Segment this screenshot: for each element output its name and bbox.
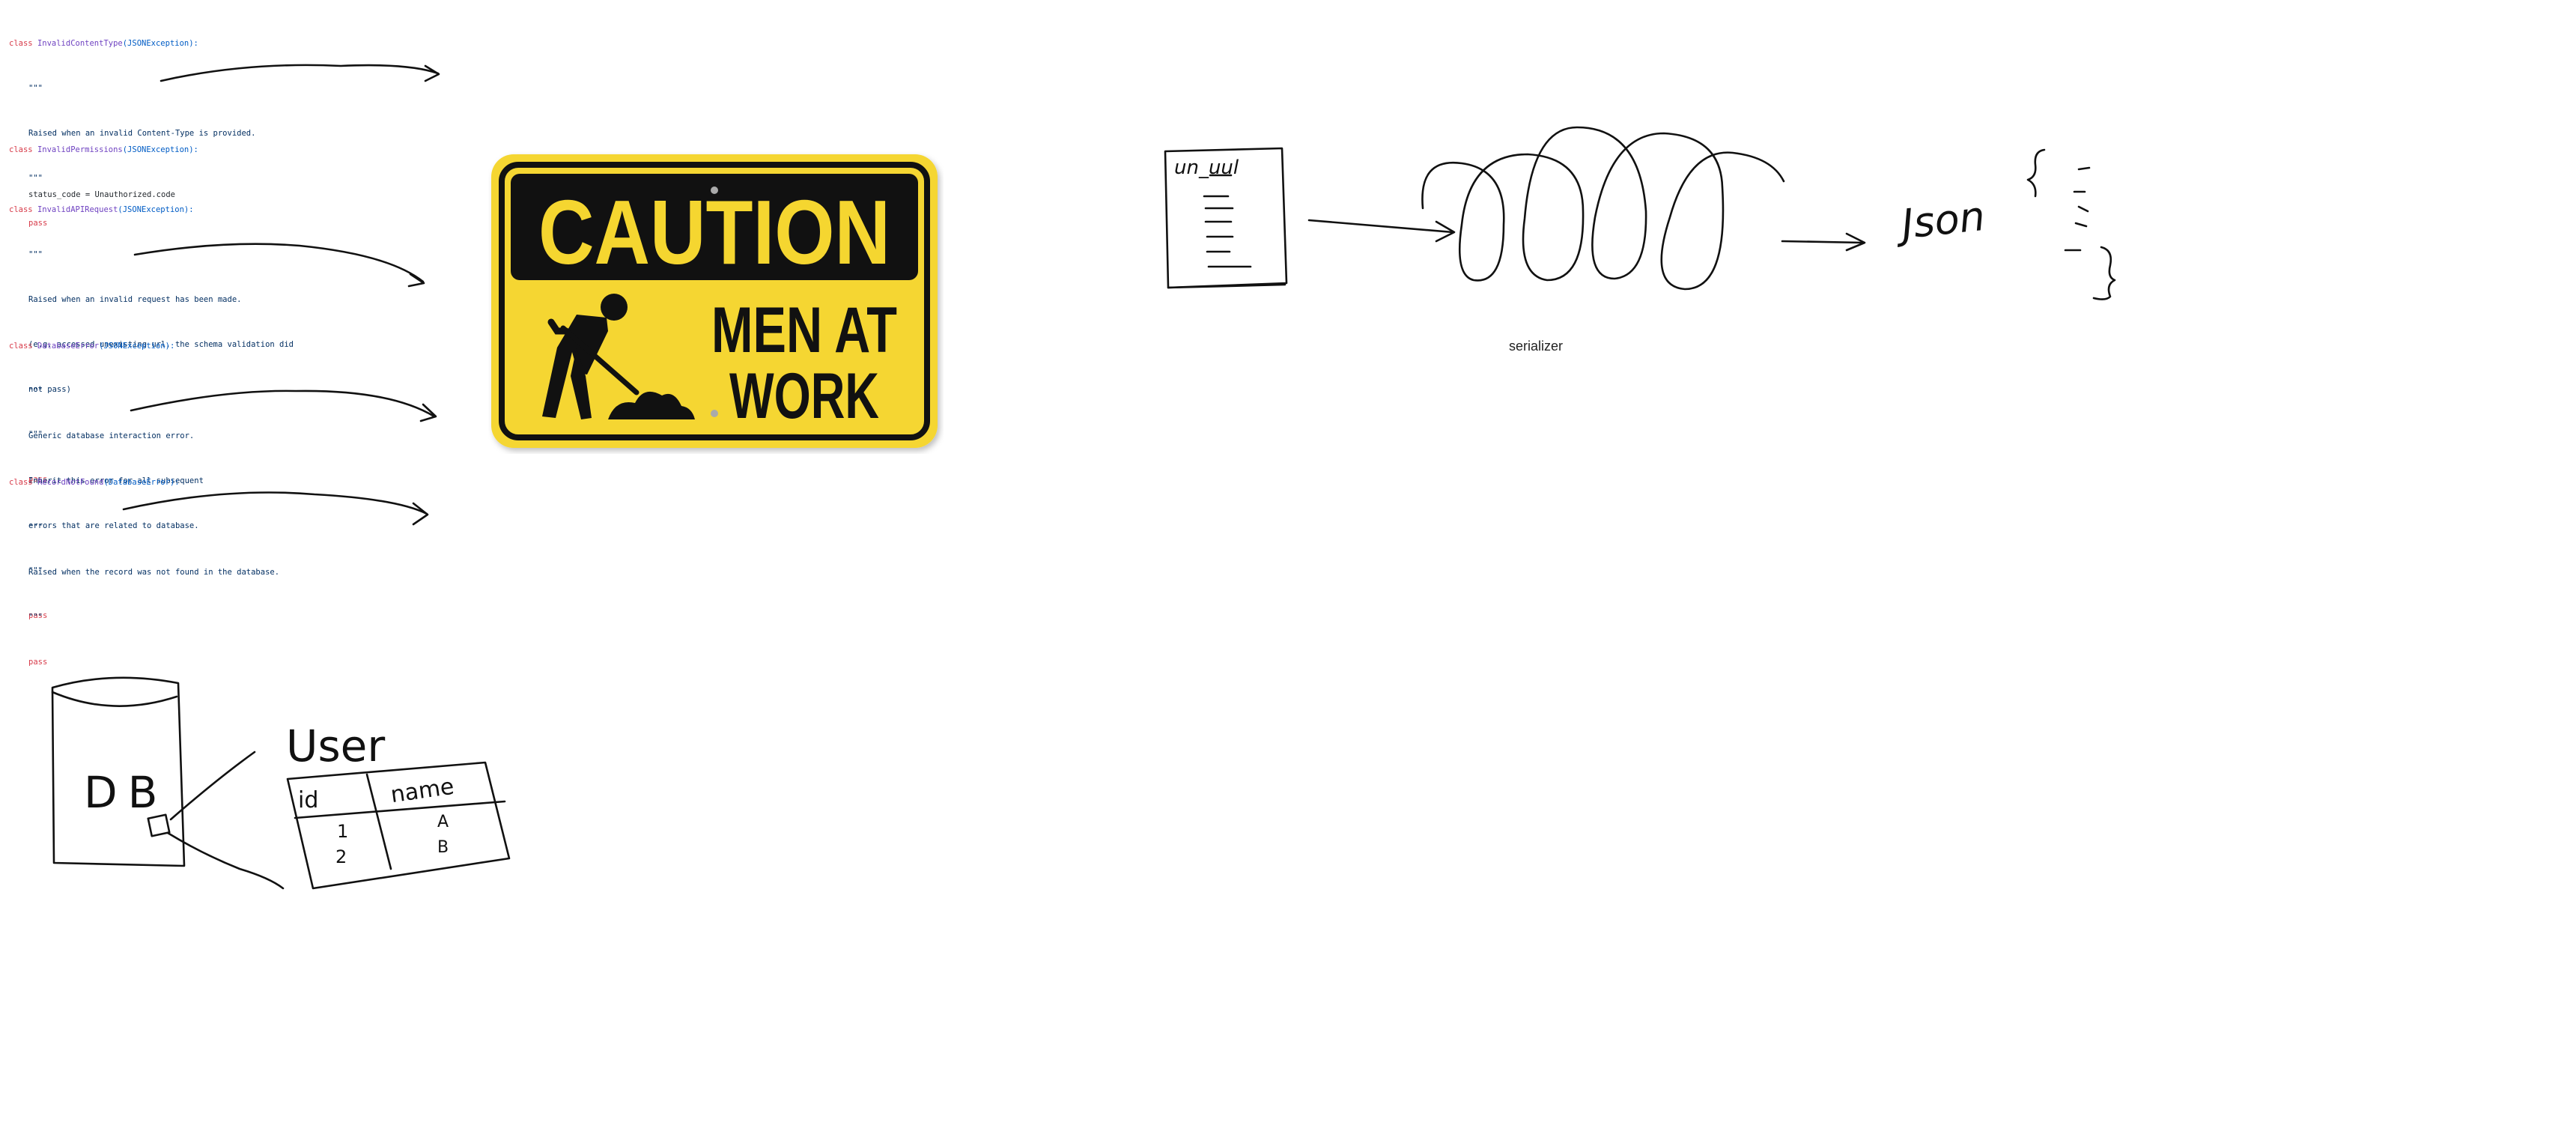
table-cell: B bbox=[437, 838, 449, 857]
serializer-spiral-icon bbox=[1421, 126, 1785, 291]
ink-canvas: un_uul Json DB User id name 1 A 2 B bbox=[51, 64, 2116, 890]
connector-line bbox=[169, 751, 256, 821]
arrow-icon bbox=[1307, 219, 1456, 243]
json-object-icon bbox=[2026, 148, 2116, 300]
arrow-icon bbox=[160, 64, 440, 82]
table-header-cell: name bbox=[389, 774, 455, 809]
table-title: User bbox=[286, 721, 385, 771]
arrow-icon bbox=[133, 243, 425, 288]
json-label: Json bbox=[1892, 192, 1987, 249]
connector-line bbox=[166, 831, 285, 890]
arrow-icon bbox=[122, 491, 429, 526]
object-label: un_uul bbox=[1174, 157, 1239, 179]
arrow-icon bbox=[130, 389, 437, 422]
table-cell: A bbox=[437, 813, 449, 831]
table-cell: 1 bbox=[337, 821, 348, 842]
table-cell: 2 bbox=[335, 846, 347, 867]
serializer-label: serializer bbox=[1509, 339, 1564, 354]
table-header-cell: id bbox=[298, 787, 318, 813]
database-label: DB bbox=[84, 767, 168, 818]
arrow-icon bbox=[1781, 232, 1866, 252]
